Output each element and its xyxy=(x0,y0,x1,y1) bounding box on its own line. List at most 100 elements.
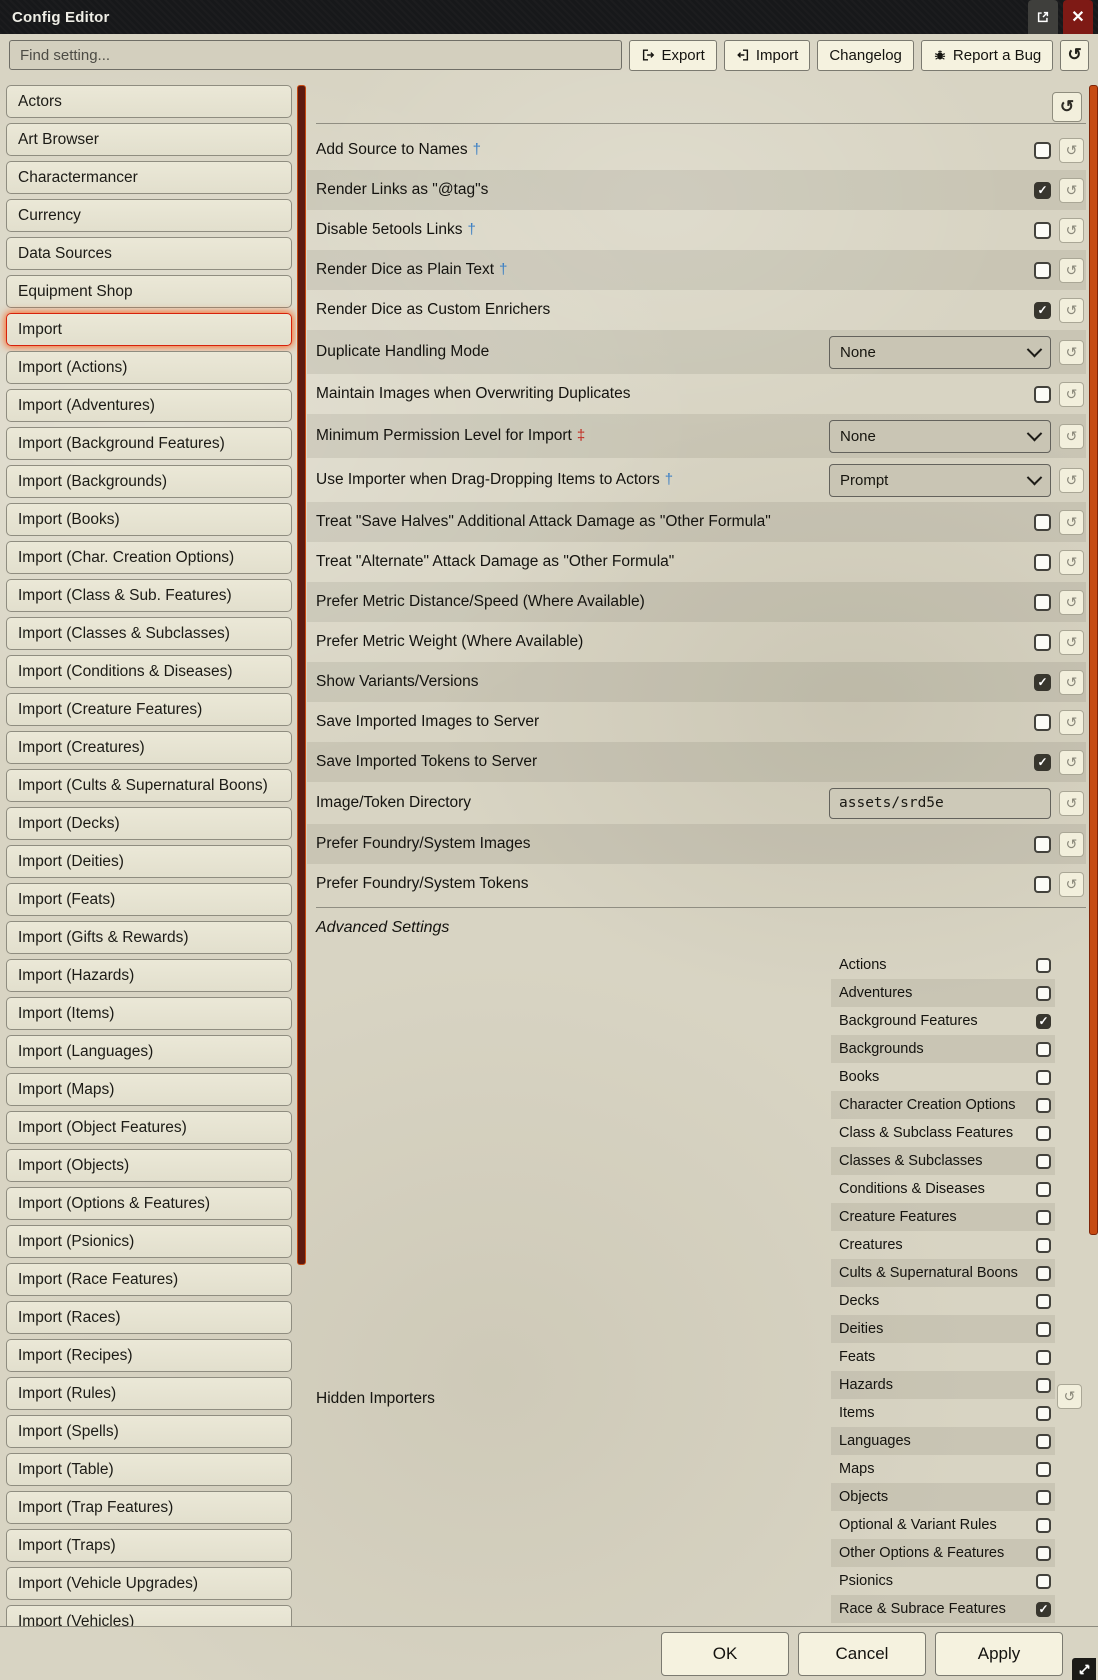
export-button[interactable]: Export xyxy=(629,40,716,71)
setting-checkbox[interactable] xyxy=(1034,714,1051,731)
sidebar-item-data-sources[interactable]: Data Sources xyxy=(6,237,292,270)
sidebar-item-import-feats[interactable]: Import (Feats) xyxy=(6,883,292,916)
setting-checkbox[interactable]: ✓ xyxy=(1034,674,1051,691)
apply-button[interactable]: Apply xyxy=(935,1632,1063,1676)
setting-checkbox[interactable] xyxy=(1034,262,1051,279)
import-button[interactable]: Import xyxy=(724,40,811,71)
hidden-importer-checkbox[interactable]: ✓ xyxy=(1036,1014,1051,1029)
close-button[interactable]: ✕ xyxy=(1063,0,1093,34)
hidden-importer-checkbox[interactable] xyxy=(1036,986,1051,1001)
reset-setting-button[interactable]: ↺ xyxy=(1059,382,1084,407)
sidebar-item-import-table[interactable]: Import (Table) xyxy=(6,1453,292,1486)
ok-button[interactable]: OK xyxy=(661,1632,789,1676)
hidden-importer-checkbox[interactable] xyxy=(1036,1434,1051,1449)
changelog-button[interactable]: Changelog xyxy=(817,40,914,71)
sidebar-item-import-vehicle-upgrades[interactable]: Import (Vehicle Upgrades) xyxy=(6,1567,292,1600)
setting-checkbox[interactable] xyxy=(1034,386,1051,403)
reset-page-button[interactable]: ↺ xyxy=(1052,92,1082,122)
sidebar-item-equipment-shop[interactable]: Equipment Shop xyxy=(6,275,292,308)
sidebar-item-import-maps[interactable]: Import (Maps) xyxy=(6,1073,292,1106)
hidden-importer-checkbox[interactable] xyxy=(1036,1546,1051,1561)
hidden-importer-checkbox[interactable] xyxy=(1036,958,1051,973)
hidden-importer-checkbox[interactable] xyxy=(1036,1126,1051,1141)
setting-checkbox[interactable] xyxy=(1034,594,1051,611)
report-bug-button[interactable]: Report a Bug xyxy=(921,40,1053,71)
setting-select[interactable]: Prompt xyxy=(829,464,1051,497)
sidebar-item-import-recipes[interactable]: Import (Recipes) xyxy=(6,1339,292,1372)
sidebar-item-charactermancer[interactable]: Charactermancer xyxy=(6,161,292,194)
hidden-importer-checkbox[interactable] xyxy=(1036,1378,1051,1393)
hidden-importer-checkbox[interactable] xyxy=(1036,1070,1051,1085)
cancel-button[interactable]: Cancel xyxy=(798,1632,926,1676)
hidden-importer-checkbox[interactable] xyxy=(1036,1238,1051,1253)
hidden-importer-checkbox[interactable] xyxy=(1036,1518,1051,1533)
reset-hidden-importers-button[interactable]: ↺ xyxy=(1057,1384,1082,1409)
reset-setting-button[interactable]: ↺ xyxy=(1059,832,1084,857)
reset-setting-button[interactable]: ↺ xyxy=(1059,872,1084,897)
sidebar-item-art-browser[interactable]: Art Browser xyxy=(6,123,292,156)
hidden-importer-checkbox[interactable] xyxy=(1036,1294,1051,1309)
setting-checkbox[interactable]: ✓ xyxy=(1034,302,1051,319)
hidden-importer-checkbox[interactable] xyxy=(1036,1574,1051,1589)
sidebar-scrollbar-thumb[interactable] xyxy=(297,85,306,1265)
reset-setting-button[interactable]: ↺ xyxy=(1059,178,1084,203)
setting-select[interactable]: None xyxy=(829,420,1051,453)
setting-checkbox[interactable] xyxy=(1034,514,1051,531)
setting-checkbox[interactable] xyxy=(1034,876,1051,893)
reset-setting-button[interactable]: ↺ xyxy=(1059,510,1084,535)
reset-setting-button[interactable]: ↺ xyxy=(1059,468,1084,493)
sidebar-item-import-creatures[interactable]: Import (Creatures) xyxy=(6,731,292,764)
popout-button[interactable] xyxy=(1028,0,1058,34)
sidebar-item-import-backgrounds[interactable]: Import (Backgrounds) xyxy=(6,465,292,498)
reset-setting-button[interactable]: ↺ xyxy=(1059,138,1084,163)
reset-setting-button[interactable]: ↺ xyxy=(1059,298,1084,323)
sidebar-item-import-traps[interactable]: Import (Traps) xyxy=(6,1529,292,1562)
hidden-importer-checkbox[interactable] xyxy=(1036,1462,1051,1477)
reset-setting-button[interactable]: ↺ xyxy=(1059,218,1084,243)
hidden-importer-checkbox[interactable] xyxy=(1036,1042,1051,1057)
sidebar-item-import-adventures[interactable]: Import (Adventures) xyxy=(6,389,292,422)
sidebar-item-import-gifts-rewards[interactable]: Import (Gifts & Rewards) xyxy=(6,921,292,954)
search-input[interactable] xyxy=(9,40,622,70)
sidebar-item-import-classes-subclasses[interactable]: Import (Classes & Subclasses) xyxy=(6,617,292,650)
sidebar-item-actors[interactable]: Actors xyxy=(6,85,292,118)
reset-setting-button[interactable]: ↺ xyxy=(1059,340,1084,365)
sidebar-item-import-options-features[interactable]: Import (Options & Features) xyxy=(6,1187,292,1220)
setting-checkbox[interactable] xyxy=(1034,142,1051,159)
reset-setting-button[interactable]: ↺ xyxy=(1059,550,1084,575)
sidebar-item-import-hazards[interactable]: Import (Hazards) xyxy=(6,959,292,992)
directory-input[interactable] xyxy=(829,788,1051,819)
setting-checkbox[interactable] xyxy=(1034,222,1051,239)
hidden-importer-checkbox[interactable] xyxy=(1036,1210,1051,1225)
reset-all-button[interactable]: ↺ xyxy=(1060,40,1089,71)
sidebar-item-import-books[interactable]: Import (Books) xyxy=(6,503,292,536)
reset-setting-button[interactable]: ↺ xyxy=(1059,710,1084,735)
sidebar-item-import-deities[interactable]: Import (Deities) xyxy=(6,845,292,878)
sidebar-item-import-conditions-diseases[interactable]: Import (Conditions & Diseases) xyxy=(6,655,292,688)
sidebar-item-import-rules[interactable]: Import (Rules) xyxy=(6,1377,292,1410)
setting-checkbox[interactable] xyxy=(1034,634,1051,651)
sidebar-item-import-vehicles[interactable]: Import (Vehicles) xyxy=(6,1605,292,1626)
hidden-importer-checkbox[interactable] xyxy=(1036,1406,1051,1421)
sidebar-item-import-races[interactable]: Import (Races) xyxy=(6,1301,292,1334)
hidden-importer-checkbox[interactable] xyxy=(1036,1490,1051,1505)
hidden-importer-checkbox[interactable] xyxy=(1036,1322,1051,1337)
hidden-importer-checkbox[interactable] xyxy=(1036,1154,1051,1169)
reset-setting-button[interactable]: ↺ xyxy=(1059,670,1084,695)
setting-checkbox[interactable] xyxy=(1034,554,1051,571)
setting-checkbox[interactable] xyxy=(1034,836,1051,853)
hidden-importer-checkbox[interactable] xyxy=(1036,1098,1051,1113)
setting-select[interactable]: None xyxy=(829,336,1051,369)
sidebar-item-import-languages[interactable]: Import (Languages) xyxy=(6,1035,292,1068)
sidebar-item-import-race-features[interactable]: Import (Race Features) xyxy=(6,1263,292,1296)
sidebar-item-import-psionics[interactable]: Import (Psionics) xyxy=(6,1225,292,1258)
sidebar-item-import-trap-features[interactable]: Import (Trap Features) xyxy=(6,1491,292,1524)
reset-setting-button[interactable]: ↺ xyxy=(1059,424,1084,449)
hidden-importer-checkbox[interactable] xyxy=(1036,1350,1051,1365)
sidebar-item-import-decks[interactable]: Import (Decks) xyxy=(6,807,292,840)
sidebar-item-import-actions[interactable]: Import (Actions) xyxy=(6,351,292,384)
sidebar-item-import-spells[interactable]: Import (Spells) xyxy=(6,1415,292,1448)
setting-checkbox[interactable]: ✓ xyxy=(1034,754,1051,771)
sidebar-item-import-creature-features[interactable]: Import (Creature Features) xyxy=(6,693,292,726)
sidebar-item-import[interactable]: Import xyxy=(6,313,292,346)
